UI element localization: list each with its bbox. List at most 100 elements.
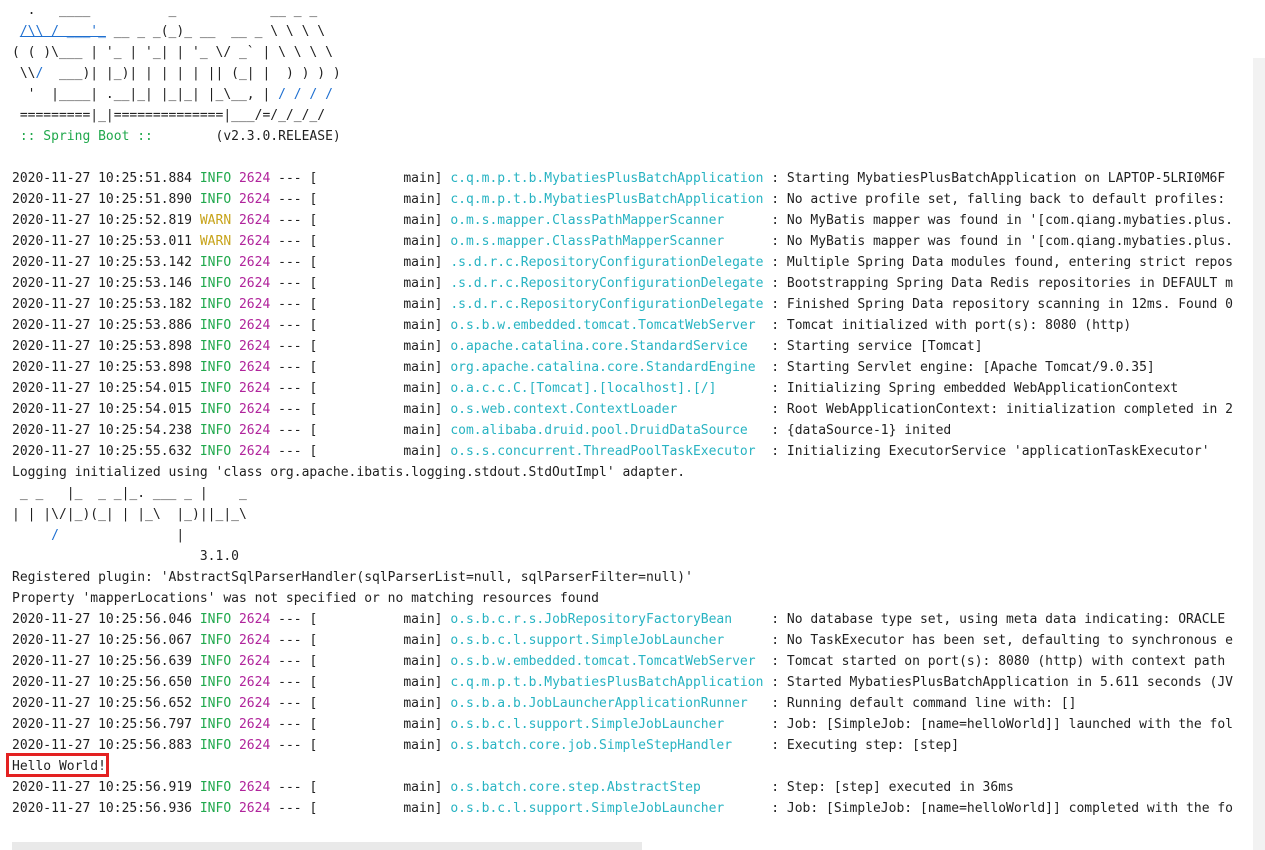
- log-message: : Started MybatiesPlusBatchApplication i…: [771, 675, 1234, 690]
- log-logger: c.q.m.p.t.b.MybatiesPlusBatchApplication: [450, 675, 764, 690]
- log-level: INFO: [199, 654, 232, 669]
- log-message: : Starting service [Tomcat]: [771, 339, 983, 354]
- log-logger: c.q.m.p.t.b.MybatiesPlusBatchApplication: [450, 192, 764, 207]
- log-message: : Executing step: [step]: [771, 738, 960, 753]
- log-level: WARN: [199, 234, 232, 249]
- log-message: : Starting MybatiesPlusBatchApplication …: [771, 171, 1226, 186]
- log-message: : {dataSource-1} inited: [771, 423, 952, 438]
- log-pid: 2624: [238, 192, 271, 207]
- log-message: : Tomcat initialized with port(s): 8080 …: [771, 318, 1132, 333]
- log-logger: o.a.c.c.C.[Tomcat].[localhost].[/]: [450, 381, 764, 396]
- banner-line-4-c: ___)| |_)| | | | | || (_| | ) ) ) ): [43, 66, 341, 81]
- log-logger: o.apache.catalina.core.StandardService: [450, 339, 764, 354]
- logging-init-line: Logging initialized using 'class org.apa…: [12, 465, 686, 480]
- log-pid: 2624: [238, 696, 271, 711]
- log-thread: [ main]: [309, 297, 443, 312]
- log-pid: 2624: [238, 444, 271, 459]
- log-line: 2020-11-27 10:25:56.936 INFO 2624 --- [ …: [12, 801, 1234, 816]
- log-level: WARN: [199, 213, 232, 228]
- log-timestamp: 2020-11-27 10:25:55.632: [12, 444, 193, 459]
- log-logger: o.s.b.c.l.support.SimpleJobLauncher: [450, 633, 764, 648]
- log-message: : Bootstrapping Spring Data Redis reposi…: [771, 276, 1234, 291]
- log-line: 2020-11-27 10:25:56.650 INFO 2624 --- [ …: [12, 675, 1234, 690]
- log-logger: org.apache.catalina.core.StandardEngine: [450, 360, 764, 375]
- log-line: 2020-11-27 10:25:56.919 INFO 2624 --- [ …: [12, 780, 1014, 795]
- banner-line-5-b: / / / /: [278, 87, 333, 102]
- log-thread: [ main]: [309, 192, 443, 207]
- log-level: INFO: [199, 675, 232, 690]
- horizontal-scrollbar[interactable]: [12, 842, 642, 850]
- log-pid: 2624: [238, 654, 271, 669]
- log-timestamp: 2020-11-27 10:25:56.046: [12, 612, 193, 627]
- log-thread: [ main]: [309, 444, 443, 459]
- log-thread: [ main]: [309, 717, 443, 732]
- log-logger: o.s.b.w.embedded.tomcat.TomcatWebServer: [450, 318, 764, 333]
- log-level: INFO: [199, 717, 232, 732]
- log-thread: [ main]: [309, 654, 443, 669]
- log-line: 2020-11-27 10:25:53.182 INFO 2624 --- [ …: [12, 297, 1234, 312]
- log-logger: o.s.b.c.l.support.SimpleJobLauncher: [450, 801, 764, 816]
- log-line: 2020-11-27 10:25:53.898 INFO 2624 --- [ …: [12, 360, 1155, 375]
- log-level: INFO: [199, 318, 232, 333]
- log-pid: 2624: [238, 318, 271, 333]
- banner-line-5: ' |____| .__|_| |_|_| |_\__, | / / / /: [12, 84, 333, 105]
- log-level: INFO: [199, 192, 232, 207]
- log-thread: [ main]: [309, 675, 443, 690]
- log-message: : Running default command line with: []: [771, 696, 1077, 711]
- log-message: : Initializing ExecutorService 'applicat…: [771, 444, 1210, 459]
- log-line: 2020-11-27 10:25:56.639 INFO 2624 --- [ …: [12, 654, 1226, 669]
- log-pid: 2624: [238, 234, 271, 249]
- log-timestamp: 2020-11-27 10:25:53.886: [12, 318, 193, 333]
- hello-world-highlight-box: [6, 753, 109, 777]
- log-thread: [ main]: [309, 318, 443, 333]
- log-line: 2020-11-27 10:25:54.015 INFO 2624 --- [ …: [12, 402, 1234, 417]
- mp-banner-line-3-c: |: [58, 528, 185, 543]
- log-pid: 2624: [238, 801, 271, 816]
- log-logger: com.alibaba.druid.pool.DruidDataSource: [450, 423, 764, 438]
- log-line: 2020-11-27 10:25:56.797 INFO 2624 --- [ …: [12, 717, 1234, 732]
- log-line: 2020-11-27 10:25:53.886 INFO 2624 --- [ …: [12, 318, 1132, 333]
- log-message: : No TaskExecutor has been set, defaulti…: [771, 633, 1234, 648]
- mp-banner-line-3-a: [12, 528, 51, 543]
- log-thread: [ main]: [309, 213, 443, 228]
- log-thread: [ main]: [309, 255, 443, 270]
- banner-line-2: /\\ / ___'_ __ _ _(_)_ __ __ _ \ \ \ \: [12, 21, 325, 42]
- log-timestamp: 2020-11-27 10:25:54.015: [12, 381, 193, 396]
- log-pid: 2624: [238, 171, 271, 186]
- log-pid: 2624: [238, 675, 271, 690]
- log-pid: 2624: [238, 297, 271, 312]
- log-thread: [ main]: [309, 696, 443, 711]
- log-pid: 2624: [238, 633, 271, 648]
- log-pid: 2624: [238, 276, 271, 291]
- log-thread: [ main]: [309, 339, 443, 354]
- log-logger: o.s.s.concurrent.ThreadPoolTaskExecutor: [450, 444, 764, 459]
- log-pid: 2624: [238, 339, 271, 354]
- log-pid: 2624: [238, 780, 271, 795]
- vertical-scrollbar[interactable]: [1253, 58, 1265, 850]
- log-timestamp: 2020-11-27 10:25:56.919: [12, 780, 193, 795]
- banner-line-2-a: [12, 24, 20, 39]
- banner-line-4-a: \\: [12, 66, 36, 81]
- log-pid: 2624: [238, 423, 271, 438]
- log-timestamp: 2020-11-27 10:25:51.890: [12, 192, 193, 207]
- log-level: INFO: [199, 780, 232, 795]
- log-logger: o.s.web.context.ContextLoader: [450, 402, 764, 417]
- log-timestamp: 2020-11-27 10:25:53.146: [12, 276, 193, 291]
- console-output[interactable]: . ____ _ __ _ _ /\\ / ___'_ __ _ _(_)_ _…: [0, 0, 1253, 850]
- banner-line-2-b: /\\ / ___'_: [19, 24, 106, 39]
- log-logger: c.q.m.p.t.b.MybatiesPlusBatchApplication: [450, 171, 764, 186]
- log-message: : Finished Spring Data repository scanni…: [771, 297, 1234, 312]
- log-message: : No MyBatis mapper was found in '[com.q…: [771, 213, 1234, 228]
- log-logger: o.s.b.w.embedded.tomcat.TomcatWebServer: [450, 654, 764, 669]
- log-timestamp: 2020-11-27 10:25:53.898: [12, 360, 193, 375]
- log-logger: .s.d.r.c.RepositoryConfigurationDelegate: [450, 276, 764, 291]
- mp-banner-line-3-b: /: [51, 528, 59, 543]
- log-pid: 2624: [238, 738, 271, 753]
- log-logger: o.m.s.mapper.ClassPathMapperScanner: [450, 234, 764, 249]
- log-level: INFO: [199, 171, 232, 186]
- log-timestamp: 2020-11-27 10:25:56.652: [12, 696, 193, 711]
- log-pid: 2624: [238, 402, 271, 417]
- log-timestamp: 2020-11-27 10:25:56.650: [12, 675, 193, 690]
- log-message: : Step: [step] executed in 36ms: [771, 780, 1014, 795]
- log-level: INFO: [199, 381, 232, 396]
